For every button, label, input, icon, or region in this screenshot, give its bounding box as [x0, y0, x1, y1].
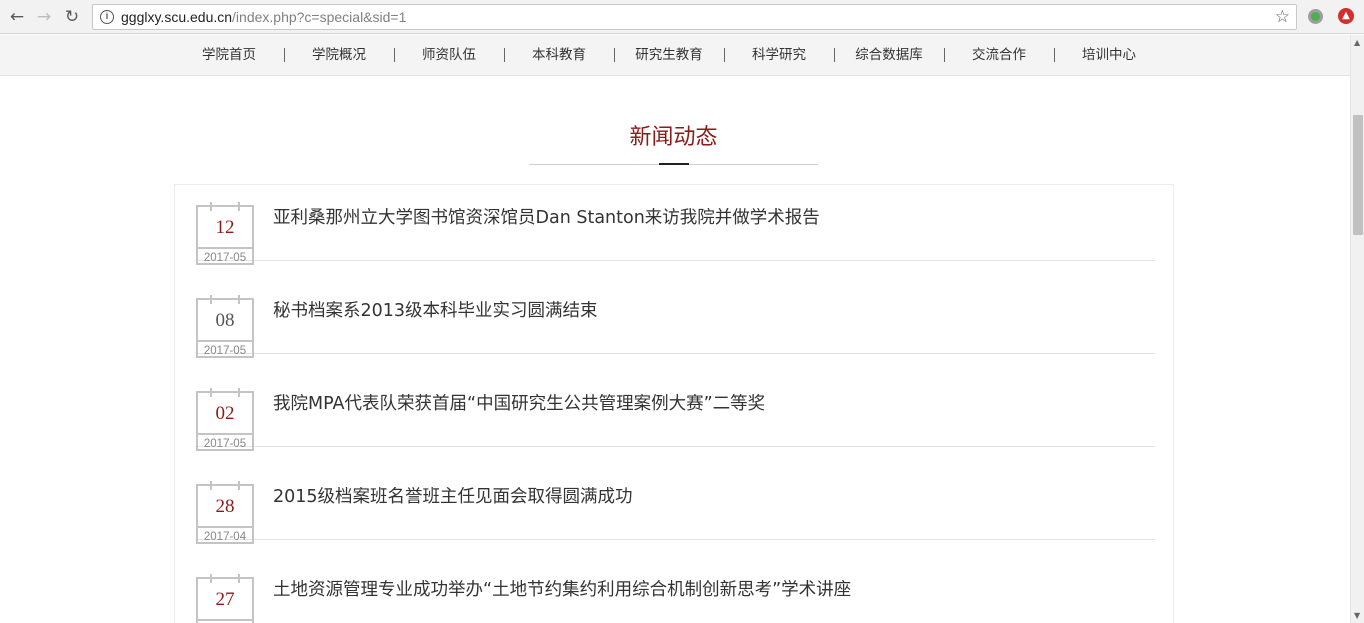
scroll-up-icon[interactable]: ▲ [1354, 38, 1360, 47]
nav-item[interactable]: 培训中心 [1054, 35, 1164, 75]
url-host: ggglxy.scu.edu.cn [121, 9, 233, 25]
news-title-link[interactable]: 土地资源管理专业成功举办“土地节约集约利用综合机制创新思考”学术讲座 [273, 576, 851, 601]
nav-item[interactable]: 研究生教育 [614, 35, 724, 75]
news-day: 08 [215, 310, 235, 331]
scrollbar-thumb[interactable] [1353, 115, 1363, 235]
reload-icon[interactable]: ↻ [60, 5, 84, 29]
section-heading: 新闻动态 [529, 120, 818, 165]
date-calendar-icon: 28 2017-04 [196, 481, 254, 544]
info-icon[interactable]: i [100, 10, 114, 24]
news-title-link[interactable]: 亚利桑那州立大学图书馆资深馆员Dan Stanton来访我院并做学术报告 [273, 204, 820, 229]
calendar-rings [196, 202, 254, 215]
date-calendar-icon: 02 2017-05 [196, 388, 254, 451]
date-calendar-icon: 12 2017-05 [196, 202, 254, 265]
nav-item[interactable]: 学院概况 [284, 35, 394, 75]
news-item[interactable]: 08 2017-05 秘书档案系2013级本科毕业实习圆满结束 [195, 261, 1155, 358]
extension-icon[interactable] [1308, 9, 1323, 24]
site-nav-list: 学院首页 学院概况 师资队伍 本科教育 研究生教育 科学研究 综合数据库 交流合作 培训中心 [174, 35, 1164, 75]
news-list: 12 2017-05 亚利桑那州立大学图书馆资深馆员Dan Stanton来访我院并… [174, 184, 1174, 623]
nav-item[interactable]: 综合数据库 [834, 35, 944, 75]
news-title-link[interactable]: 我院MPA代表队荣获首届“中国研究生公共管理案例大赛”二等奖 [273, 390, 765, 415]
scroll-down-icon[interactable]: ▼ [1354, 611, 1360, 620]
heading-underline [659, 163, 689, 165]
date-calendar-icon: 08 2017-05 [196, 295, 254, 358]
date-calendar-icon: 27 [196, 574, 254, 623]
nav-item[interactable]: 交流合作 [944, 35, 1054, 75]
nav-item[interactable]: 科学研究 [724, 35, 834, 75]
url-path: /index.php?c=special&sid=1 [232, 9, 407, 25]
news-title-link[interactable]: 秘书档案系2013级本科毕业实习圆满结束 [273, 297, 598, 322]
news-year-month [196, 619, 254, 623]
extension-upload-icon[interactable]: ▲ [1338, 8, 1354, 24]
calendar-rings [196, 574, 254, 587]
news-day: 28 [215, 496, 235, 517]
site-nav: 学院首页 学院概况 师资队伍 本科教育 研究生教育 科学研究 综合数据库 交流合作 培训中心 [0, 35, 1350, 76]
bookmark-star-icon[interactable]: ☆ [1275, 7, 1290, 27]
calendar-rings [196, 388, 254, 401]
news-day: 27 [215, 589, 235, 610]
forward-arrow-icon[interactable]: → [32, 5, 56, 29]
news-day: 12 [215, 217, 235, 238]
back-arrow-icon[interactable]: ← [5, 5, 29, 29]
news-day: 02 [215, 403, 235, 424]
nav-item[interactable]: 本科教育 [504, 35, 614, 75]
address-bar[interactable]: i ggglxy.scu.edu.cn/index.php?c=special&… [92, 4, 1297, 30]
news-item[interactable]: 27 土地资源管理专业成功举办“土地节约集约利用综合机制创新思考”学术讲座 [195, 540, 1155, 623]
scrollbar[interactable]: ▲ ▼ [1350, 35, 1364, 623]
nav-item[interactable]: 学院首页 [174, 35, 284, 75]
news-item[interactable]: 12 2017-05 亚利桑那州立大学图书馆资深馆员Dan Stanton来访我院并… [195, 168, 1155, 265]
news-item[interactable]: 02 2017-05 我院MPA代表队荣获首届“中国研究生公共管理案例大赛”二等奖 [195, 354, 1155, 451]
nav-item[interactable]: 师资队伍 [394, 35, 504, 75]
news-item[interactable]: 28 2017-04 2015级档案班名誉班主任见面会取得圆满成功 [195, 447, 1155, 544]
browser-toolbar: ← → ↻ i ggglxy.scu.edu.cn/index.php?c=sp… [0, 0, 1364, 34]
calendar-rings [196, 295, 254, 308]
url-text[interactable]: ggglxy.scu.edu.cn/index.php?c=special&si… [121, 9, 406, 25]
news-title-link[interactable]: 2015级档案班名誉班主任见面会取得圆满成功 [273, 483, 633, 508]
section-title: 新闻动态 [629, 125, 718, 150]
calendar-rings [196, 481, 254, 494]
